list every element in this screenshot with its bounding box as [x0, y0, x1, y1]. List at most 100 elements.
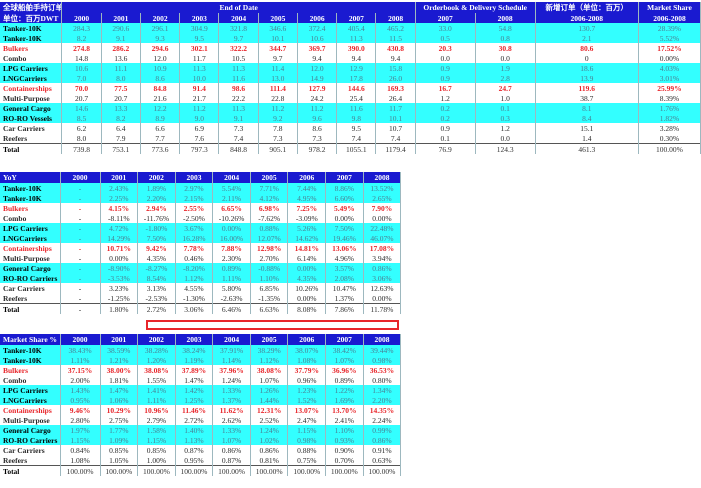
table-cell: 739.8 — [61, 143, 102, 154]
table-cell: 7.88% — [212, 243, 251, 253]
table-cell: 1.33% — [212, 425, 251, 435]
table-cell: 2.72% — [175, 415, 214, 425]
table-cell: 13.70% — [325, 405, 364, 415]
table-cell: 1.12% — [175, 273, 214, 283]
table-row: Tanker-10K 1.11% 1.21% 1.20% 1.19% 1.14% 1.12%… — [0, 355, 402, 365]
table-cell: -1.30% — [175, 293, 214, 304]
table-cell: 1.08% — [60, 455, 101, 466]
table-cell: 21.6 — [140, 93, 181, 103]
table-cell: 15.1 — [535, 123, 639, 133]
table-cell: 111.4 — [258, 83, 298, 93]
table-cell: 346.6 — [258, 23, 298, 33]
total-row: Total 739.8 753.1 773.6 797.3 848.8 905.1 978.2… — [0, 143, 701, 154]
table-cell: 54.8 — [475, 23, 536, 33]
table-cell: 7.78% — [175, 243, 214, 253]
table-cell: 0.84% — [60, 445, 101, 455]
table-cell: 4.03% — [638, 63, 701, 73]
table-cell: 286.2 — [101, 43, 141, 53]
table-cell: 8.1 — [535, 103, 639, 113]
table-cell: -2.63% — [212, 293, 251, 304]
table-cell: 753.1 — [101, 143, 141, 154]
table-cell: 9.4 — [297, 53, 338, 63]
table-cell: 21.7 — [179, 93, 220, 103]
row-label: LPG Carriers — [0, 385, 61, 395]
table-cell: 0.85% — [100, 445, 139, 455]
table-cell: 10.96% — [137, 405, 176, 415]
year-header: 2003 — [175, 172, 214, 183]
table-row: Tanker-10K -2.43% 1.89% 2.97% 5.54% 7.71% 7.44… — [0, 183, 402, 193]
table-cell: 14.6 — [61, 103, 102, 113]
table-cell: 3.13% — [137, 283, 176, 293]
table-cell: 294.6 — [140, 43, 181, 53]
table-cell: 33.0 — [415, 23, 476, 33]
table-cell: 0.86% — [212, 445, 251, 455]
table-cell: 2.72% — [137, 303, 176, 314]
table-cell: 144.6 — [336, 83, 377, 93]
row-label: Bulkers — [0, 43, 63, 53]
table-cell: 12.31% — [250, 405, 289, 415]
table-cell: 20.7 — [101, 93, 141, 103]
table-cell: 465.2 — [375, 23, 416, 33]
table-cell: -8.90% — [100, 263, 139, 273]
table-cell: 6.63% — [250, 303, 289, 314]
table-cell: 2.41% — [325, 415, 364, 425]
year-header: 2002 — [140, 13, 181, 23]
table-cell: 10.1 — [258, 33, 298, 43]
row-label: Bulkers — [0, 365, 61, 375]
group-end-of-date: End of Date — [61, 2, 416, 13]
table-cell: 0.96% — [287, 375, 327, 385]
table-cell: 5.26% — [287, 223, 327, 233]
table-cell: 1.82% — [638, 113, 701, 123]
table-cell: 12.63% — [363, 283, 402, 293]
table-cell: 0.2 — [415, 113, 476, 123]
row-label: Car Carriers — [0, 445, 61, 455]
table-cell: 7.6 — [179, 133, 220, 144]
row-label: Multi-Purpose — [0, 253, 61, 263]
table-cell: -2.50% — [175, 213, 214, 223]
table-cell: 1055.1 — [336, 143, 377, 154]
table-cell: 38.08% — [137, 365, 176, 375]
group-header-row: 全球船舶手持订单 End of Date Orderbook & Deliver… — [0, 2, 701, 13]
table-cell: 1.80% — [100, 303, 139, 314]
table-cell: 302.1 — [179, 43, 220, 53]
year-header: 2006 — [287, 172, 327, 183]
table-cell: 12.9 — [336, 63, 377, 73]
table-cell: 0.89% — [212, 263, 251, 273]
table-cell: 0.5 — [415, 33, 476, 43]
table-cell: 0.95% — [60, 395, 101, 405]
table-cell: 369.7 — [297, 43, 338, 53]
table-cell: 24.2 — [297, 93, 338, 103]
table-row: RO-RO Vessels 8.5 8.2 8.9 9.0 9.1 9.2 9.6 9.8 10.… — [0, 113, 701, 123]
year-header: 2007 — [325, 172, 364, 183]
row-label: Tanker-10K — [0, 183, 61, 193]
table-cell: 7.86% — [325, 303, 364, 314]
table-cell: 1.13% — [175, 435, 214, 445]
table-cell: 100.00% — [60, 465, 101, 476]
table-cell: 5.80% — [212, 283, 251, 293]
table-cell: 3.01% — [638, 73, 701, 83]
table-cell: 2.75% — [100, 415, 139, 425]
table-row: Bulkers -4.15% 2.94% 2.55% 6.65% 6.98% 7.25% 5.… — [0, 203, 402, 213]
table-cell: 8.6 — [140, 73, 181, 83]
market-share-section: Market Share % 2000 2001 2002 2003 2004 … — [0, 334, 402, 476]
table-cell: 390.0 — [336, 43, 377, 53]
table-cell: 11.1 — [101, 63, 141, 73]
table-cell: 100.00% — [287, 465, 327, 476]
market-share-body: Tanker-10K 38.43% 38.59% 38.28% 38.24% 37.91%… — [0, 345, 402, 476]
table-cell: 0.70% — [325, 455, 364, 466]
table-cell: 1.07% — [325, 355, 364, 365]
table-cell: -11.76% — [137, 213, 176, 223]
table-cell: 1.10% — [325, 425, 364, 435]
year-header: 2000 — [60, 334, 101, 345]
row-label: Tanker-10K — [0, 193, 61, 203]
table-cell: 430.8 — [375, 43, 416, 53]
table-cell: 36.96% — [325, 365, 364, 375]
table-cell: 37.89% — [175, 365, 214, 375]
orderbook-section: 全球船舶手持订单 End of Date Orderbook & Deliver… — [0, 2, 701, 154]
table-row: RO-RO Carriers 1.15% 1.09% 1.15% 1.13% 1.07% 1… — [0, 435, 402, 445]
table-cell: 0.98% — [287, 435, 327, 445]
year-header: 2004 — [212, 172, 251, 183]
table-cell: 9.1 — [218, 113, 259, 123]
table-cell: 7.50% — [325, 223, 364, 233]
table-cell: 773.6 — [140, 143, 181, 154]
